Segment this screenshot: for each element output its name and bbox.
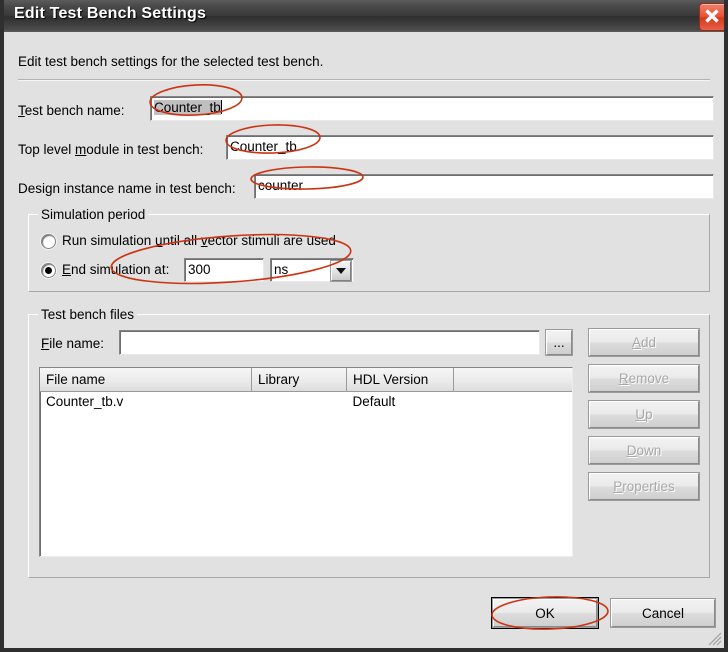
column-header-file-name[interactable]: File name bbox=[40, 368, 252, 392]
design-instance-name-input[interactable]: counter bbox=[254, 174, 714, 199]
up-button-label: Up bbox=[635, 407, 652, 422]
cell-library bbox=[252, 392, 347, 416]
mnemonic-letter: U bbox=[635, 407, 645, 422]
chevron-down-icon[interactable] bbox=[331, 261, 351, 281]
time-unit-value: ns bbox=[274, 262, 288, 277]
mnemonic-letter: R bbox=[619, 371, 629, 386]
properties-button-label: Properties bbox=[613, 479, 675, 494]
ok-button[interactable]: OK bbox=[493, 599, 597, 627]
group-inner-border bbox=[28, 214, 710, 292]
design-instance-name-label: Design instance name in test bench: bbox=[18, 181, 236, 196]
close-x-glyph bbox=[700, 4, 724, 28]
cell-file-name: Counter_tb.v bbox=[40, 392, 252, 416]
mnemonic-letter: u bbox=[155, 233, 163, 248]
top-level-module-input[interactable]: Counter_tb bbox=[226, 135, 714, 160]
window-title: Edit Test Bench Settings bbox=[14, 5, 206, 23]
close-icon[interactable] bbox=[699, 3, 727, 31]
test-bench-name-label: Test bench name: bbox=[18, 103, 125, 118]
radio-run-until-all-stimuli-label: Run simulation until all vector stimuli … bbox=[62, 233, 336, 248]
title-bar[interactable]: Edit Test Bench Settings bbox=[4, 0, 728, 33]
file-name-input[interactable] bbox=[119, 330, 540, 355]
simulation-period-group: Simulation period Run simulation until a… bbox=[28, 214, 710, 292]
mnemonic-letter: P bbox=[613, 479, 622, 494]
cancel-button[interactable]: Cancel bbox=[611, 599, 715, 627]
chevron-down-glyph bbox=[336, 268, 346, 274]
test-bench-files-group: Test bench files File name: ... Add Remo… bbox=[28, 314, 710, 578]
time-unit-combobox[interactable]: ns bbox=[270, 258, 354, 282]
simulation-period-group-title: Simulation period bbox=[38, 207, 148, 222]
resize-grip-icon[interactable] bbox=[708, 632, 722, 646]
column-header-blank[interactable] bbox=[454, 368, 573, 392]
up-button[interactable]: Up bbox=[589, 401, 699, 428]
radio-end-simulation-at[interactable] bbox=[41, 263, 56, 278]
files-table-element: File name Library HDL Version Counter_tb… bbox=[40, 368, 572, 415]
test-bench-name-input[interactable]: Counter_tb bbox=[150, 96, 714, 121]
edit-test-bench-settings-dialog: Edit Test Bench Settings Edit test bench… bbox=[0, 0, 728, 652]
mnemonic-letter: E bbox=[62, 262, 71, 277]
mnemonic-letter: v bbox=[201, 233, 208, 248]
files-table-header-row: File name Library HDL Version bbox=[40, 368, 572, 392]
mnemonic-letter: F bbox=[41, 336, 49, 351]
dialog-body: Edit test bench settings for the selecte… bbox=[4, 32, 724, 648]
down-button[interactable]: Down bbox=[589, 437, 699, 464]
radio-end-simulation-at-label: End simulation at: bbox=[62, 262, 169, 277]
cell-hdl-version: Default bbox=[347, 392, 454, 416]
test-bench-files-group-title: Test bench files bbox=[38, 307, 137, 322]
radio-run-until-all-stimuli[interactable] bbox=[41, 234, 56, 249]
add-button-label: Add bbox=[632, 335, 656, 350]
properties-button[interactable]: Properties bbox=[589, 473, 699, 500]
test-bench-name-value: Counter_tb bbox=[154, 100, 222, 115]
dialog-description: Edit test bench settings for the selecte… bbox=[18, 54, 323, 69]
table-row[interactable]: Counter_tb.v Default bbox=[40, 392, 572, 416]
top-level-module-label: Top level module in test bench: bbox=[18, 142, 203, 157]
cell-blank bbox=[454, 392, 573, 416]
end-time-input[interactable]: 300 bbox=[184, 258, 264, 282]
files-table-head: File name Library HDL Version bbox=[40, 368, 572, 392]
files-table-body: Counter_tb.v Default bbox=[40, 392, 572, 416]
text-caret bbox=[221, 100, 222, 114]
file-name-label: File name: bbox=[41, 336, 104, 351]
mnemonic-letter: m bbox=[75, 142, 86, 157]
header-divider bbox=[18, 79, 710, 81]
remove-button-label: Remove bbox=[619, 371, 669, 386]
mnemonic-letter: A bbox=[632, 335, 641, 350]
add-button[interactable]: Add bbox=[589, 329, 699, 356]
browse-button[interactable]: ... bbox=[546, 330, 572, 355]
end-time-value: 300 bbox=[188, 262, 211, 277]
top-level-module-value: Counter_tb bbox=[230, 139, 297, 154]
radio-selected-dot bbox=[45, 267, 52, 274]
remove-button[interactable]: Remove bbox=[589, 365, 699, 392]
down-button-label: Down bbox=[627, 443, 662, 458]
mnemonic-letter: T bbox=[18, 103, 25, 118]
test-bench-files-table[interactable]: File name Library HDL Version Counter_tb… bbox=[39, 367, 573, 557]
column-header-library[interactable]: Library bbox=[252, 368, 347, 392]
mnemonic-letter: g bbox=[45, 181, 53, 196]
column-header-hdl-version[interactable]: HDL Version bbox=[347, 368, 454, 392]
design-instance-name-value: counter bbox=[258, 178, 303, 193]
